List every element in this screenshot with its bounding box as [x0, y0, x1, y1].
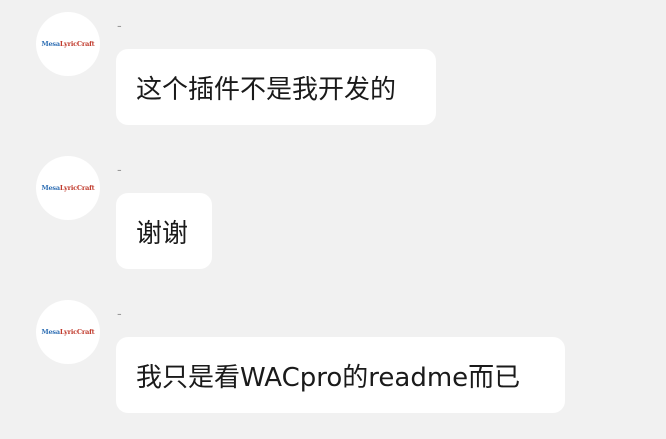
message-bubble[interactable]: 谢谢: [116, 193, 212, 269]
sender-name: -: [117, 307, 122, 322]
chat-message: MesaLyricCraft - 谢谢: [0, 156, 666, 276]
brand-logo-icon: MesaLyricCraft: [41, 39, 95, 48]
message-bubble[interactable]: 我只是看WACpro的readme而已: [116, 337, 565, 413]
chat-message: MesaLyricCraft - 我只是看WACpro的readme而已: [0, 300, 666, 420]
message-bubble[interactable]: 这个插件不是我开发的: [116, 49, 436, 125]
sender-name: -: [117, 19, 122, 34]
chat-message-list: MesaLyricCraft - 这个插件不是我开发的 MesaLyricCra…: [0, 0, 666, 439]
sender-name: -: [117, 163, 122, 178]
brand-logo-icon: MesaLyricCraft: [41, 183, 95, 192]
chat-message: MesaLyricCraft - 这个插件不是我开发的: [0, 12, 666, 132]
avatar[interactable]: MesaLyricCraft: [36, 156, 100, 220]
brand-logo-icon: MesaLyricCraft: [41, 327, 95, 336]
avatar[interactable]: MesaLyricCraft: [36, 300, 100, 364]
avatar[interactable]: MesaLyricCraft: [36, 12, 100, 76]
